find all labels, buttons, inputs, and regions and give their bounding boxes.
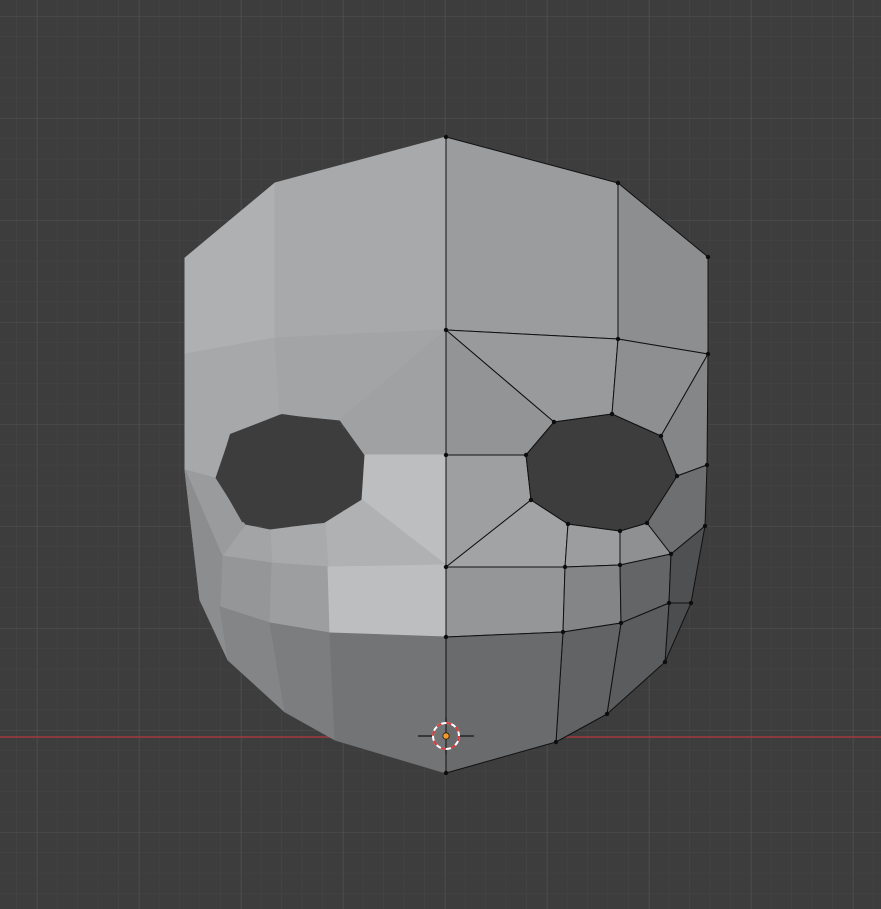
vertex[interactable] xyxy=(704,462,710,468)
vertex[interactable] xyxy=(553,739,559,745)
vertex[interactable] xyxy=(688,600,694,606)
vertex[interactable] xyxy=(617,562,623,568)
3d-viewport[interactable] xyxy=(0,0,881,909)
vertex[interactable] xyxy=(443,634,449,640)
vertex[interactable] xyxy=(705,254,711,260)
vertex[interactable] xyxy=(523,452,529,458)
vertex[interactable] xyxy=(551,419,557,425)
face xyxy=(564,523,621,568)
vertex[interactable] xyxy=(617,528,623,534)
face xyxy=(269,522,329,568)
vertex[interactable] xyxy=(565,521,571,527)
vertex[interactable] xyxy=(705,351,711,357)
object-origin-dot xyxy=(442,732,450,740)
vertex[interactable] xyxy=(604,711,610,717)
face xyxy=(269,562,331,634)
face xyxy=(562,564,622,633)
vertex[interactable] xyxy=(674,473,680,479)
vertex[interactable] xyxy=(443,134,449,140)
vertex[interactable] xyxy=(666,600,672,606)
vertex[interactable] xyxy=(609,411,615,417)
viewport-canvas[interactable] xyxy=(0,0,881,909)
vertex[interactable] xyxy=(560,629,566,635)
vertex[interactable] xyxy=(644,520,650,526)
vertex[interactable] xyxy=(615,336,621,342)
vertex[interactable] xyxy=(443,327,449,333)
vertex[interactable] xyxy=(662,659,668,665)
vertex[interactable] xyxy=(443,770,449,776)
vertex[interactable] xyxy=(615,180,621,186)
vertex[interactable] xyxy=(562,564,568,570)
vertex[interactable] xyxy=(618,620,624,626)
vertex[interactable] xyxy=(658,433,664,439)
face xyxy=(445,566,566,638)
vertex[interactable] xyxy=(443,452,449,458)
vertex[interactable] xyxy=(443,564,449,570)
mask-mesh[interactable] xyxy=(184,134,711,776)
vertex[interactable] xyxy=(702,523,708,529)
vertex[interactable] xyxy=(528,497,534,503)
face xyxy=(327,564,447,638)
vertex[interactable] xyxy=(668,551,674,557)
